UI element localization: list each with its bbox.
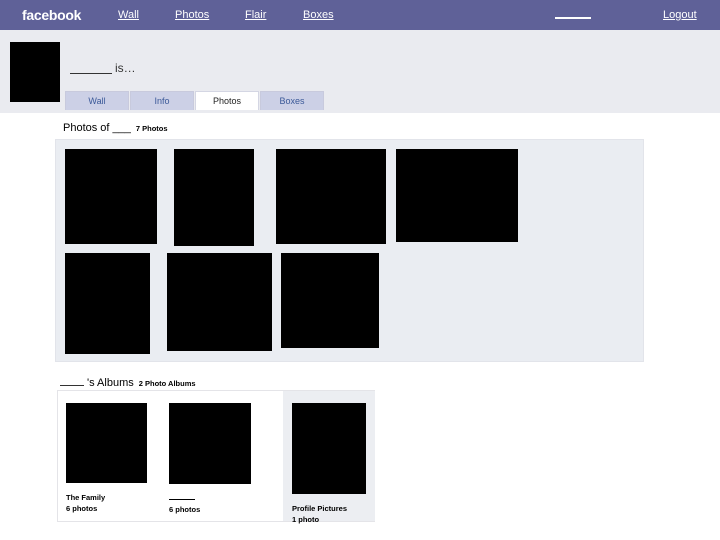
albums-heading-title: 's Albums <box>87 377 134 389</box>
album-redacted-count: 6 photos <box>169 505 201 514</box>
photo-thumb-1[interactable] <box>65 149 157 244</box>
album-the-family-cover[interactable] <box>66 403 147 483</box>
album-redacted-cover[interactable] <box>169 403 251 484</box>
album-profile-pictures-count: 1 photo <box>292 515 320 524</box>
photo-thumb-3[interactable] <box>276 149 386 244</box>
profile-tab-bar: Wall Info Photos Boxes <box>65 91 325 110</box>
facebook-logo[interactable]: facebook <box>22 7 81 23</box>
topnav-link-logout[interactable]: Logout <box>663 9 697 21</box>
photo-thumb-6[interactable] <box>167 253 272 351</box>
profile-tab-boxes[interactable]: Boxes <box>260 91 324 110</box>
profile-avatar[interactable] <box>10 42 60 102</box>
albums-panel: The Family 6 photos 6 photos Profile Pictur… <box>57 390 375 524</box>
profile-status-line: is… <box>70 58 136 74</box>
albums-section-heading: 's Albums 2 Photo Albums <box>60 376 196 389</box>
photos-heading-count: 7 Photos <box>135 124 168 133</box>
photos-grid-panel <box>55 139 644 362</box>
topnav-link-photos[interactable]: Photos <box>175 9 209 21</box>
top-navigation-bar: facebook Wall Photos Flair Boxes Logout <box>0 0 720 30</box>
photo-thumb-2[interactable] <box>174 149 254 246</box>
albums-heading-count: 2 Photo Albums <box>138 379 196 388</box>
album-the-family[interactable]: The Family 6 photos <box>58 391 160 521</box>
album-profile-pictures-title[interactable]: Profile Pictures <box>292 504 347 513</box>
album-the-family-title[interactable]: The Family <box>66 493 105 502</box>
album-profile-pictures[interactable]: Profile Pictures 1 photo <box>283 391 375 524</box>
album-the-family-count: 6 photos <box>66 504 98 513</box>
album-redacted-title-redacted <box>169 492 195 500</box>
albums-owner-name-redacted <box>60 376 84 386</box>
profile-name-redacted <box>70 62 112 74</box>
topnav-link-boxes[interactable]: Boxes <box>303 9 334 21</box>
profile-tab-wall[interactable]: Wall <box>65 91 129 110</box>
profile-status-text: is… <box>115 61 136 75</box>
photo-thumb-5[interactable] <box>65 253 150 354</box>
photos-heading-title: Photos of ___ <box>63 122 131 134</box>
topnav-link-wall[interactable]: Wall <box>118 9 139 21</box>
profile-tab-photos[interactable]: Photos <box>195 91 259 110</box>
topnav-username-redacted[interactable] <box>555 9 591 19</box>
album-profile-pictures-cover[interactable] <box>292 403 366 494</box>
profile-tab-info[interactable]: Info <box>130 91 194 110</box>
photos-section-heading: Photos of ___ 7 Photos <box>63 122 168 134</box>
topnav-link-flair[interactable]: Flair <box>245 9 266 21</box>
photo-thumb-4[interactable] <box>396 149 518 242</box>
photo-thumb-7[interactable] <box>281 253 379 348</box>
album-redacted[interactable]: 6 photos <box>161 391 283 521</box>
